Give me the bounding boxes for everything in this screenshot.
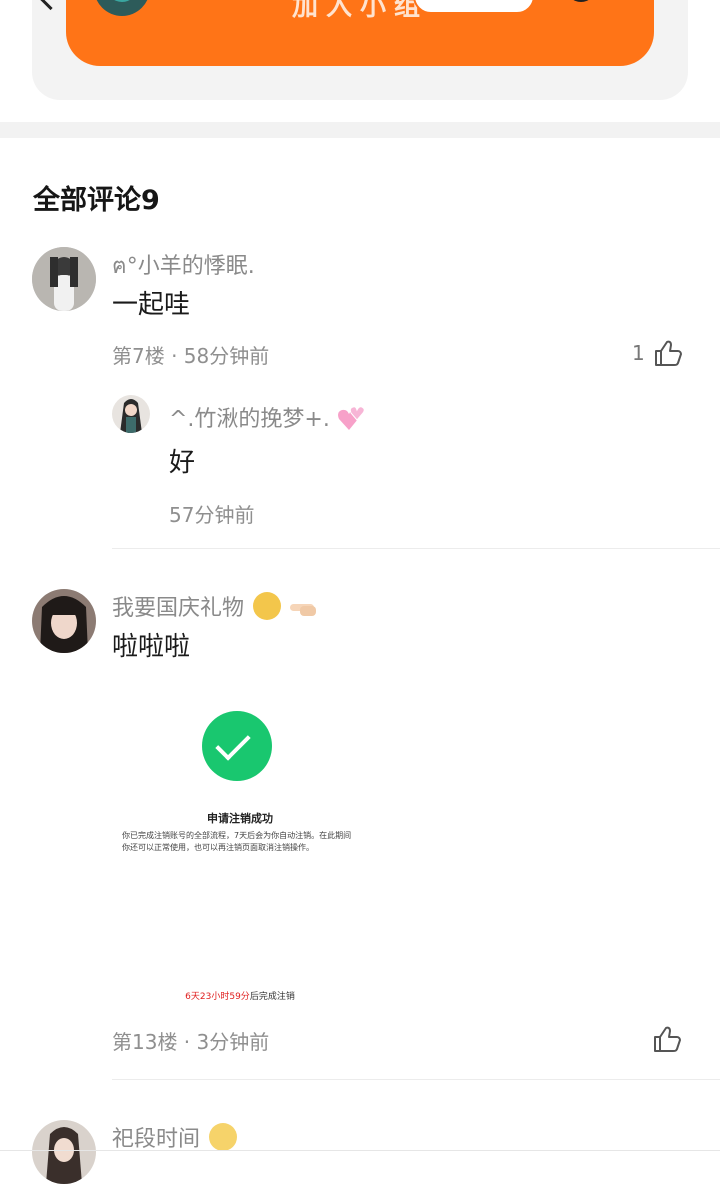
comments-title: 全部评论9 bbox=[33, 185, 160, 216]
like-button[interactable]: 1 bbox=[632, 338, 683, 368]
comment-divider bbox=[112, 1079, 720, 1080]
comment-content: 啦啦啦 bbox=[112, 632, 191, 662]
sleepy-emoji-icon bbox=[209, 1123, 238, 1151]
reply-nickname[interactable]: ^.竹湫的挽梦+. bbox=[169, 401, 367, 433]
avatar[interactable] bbox=[32, 1120, 96, 1184]
reply-meta: 57分钟前 bbox=[169, 503, 255, 527]
comment-image[interactable]: 申请注销成功 你已完成注销账号的全部流程，7天后会为你自动注销。在此期间你还可以… bbox=[112, 680, 368, 1020]
thumbs-up-icon bbox=[652, 1024, 682, 1054]
comment-nickname[interactable]: 我要国庆礼物 bbox=[112, 590, 320, 622]
image-body: 你已完成注销账号的全部流程，7天后会为你自动注销。在此期间你还可以正常使用，也可… bbox=[122, 831, 352, 852]
join-group-button[interactable]: 加入小组 bbox=[66, 0, 654, 66]
crying-emoji-icon bbox=[253, 592, 282, 620]
bottom-divider bbox=[0, 1150, 720, 1151]
comment-meta: 第13楼 · 3分钟前 bbox=[112, 1030, 270, 1054]
pointing-hand-icon bbox=[290, 604, 317, 616]
avatar[interactable] bbox=[32, 589, 96, 653]
avatar-image bbox=[32, 589, 96, 653]
avatar-image bbox=[32, 1120, 96, 1184]
reply-avatar[interactable] bbox=[112, 395, 150, 433]
follow-button[interactable] bbox=[413, 0, 535, 14]
avatar[interactable] bbox=[32, 247, 96, 311]
reply-content: 好 bbox=[169, 448, 196, 478]
image-footer: 6天23小时59分后完成注销 bbox=[185, 992, 295, 1002]
comment-nickname[interactable]: 祀段时间 bbox=[112, 1121, 238, 1153]
section-divider bbox=[0, 122, 720, 138]
image-title: 申请注销成功 bbox=[207, 812, 273, 825]
hearts-emoji-icon bbox=[337, 406, 365, 430]
thumbs-up-icon bbox=[653, 338, 683, 368]
comment-content: 一起哇 bbox=[112, 290, 191, 320]
comment-nickname[interactable]: ฅ°小羊的悸眠. bbox=[112, 248, 255, 283]
comment-meta: 第7楼 · 58分钟前 bbox=[112, 344, 270, 368]
avatar-image bbox=[112, 395, 150, 433]
check-icon bbox=[202, 711, 272, 781]
avatar-image bbox=[32, 247, 96, 311]
like-button[interactable] bbox=[652, 1024, 682, 1054]
comment-divider bbox=[112, 548, 720, 549]
like-count: 1 bbox=[632, 341, 645, 365]
